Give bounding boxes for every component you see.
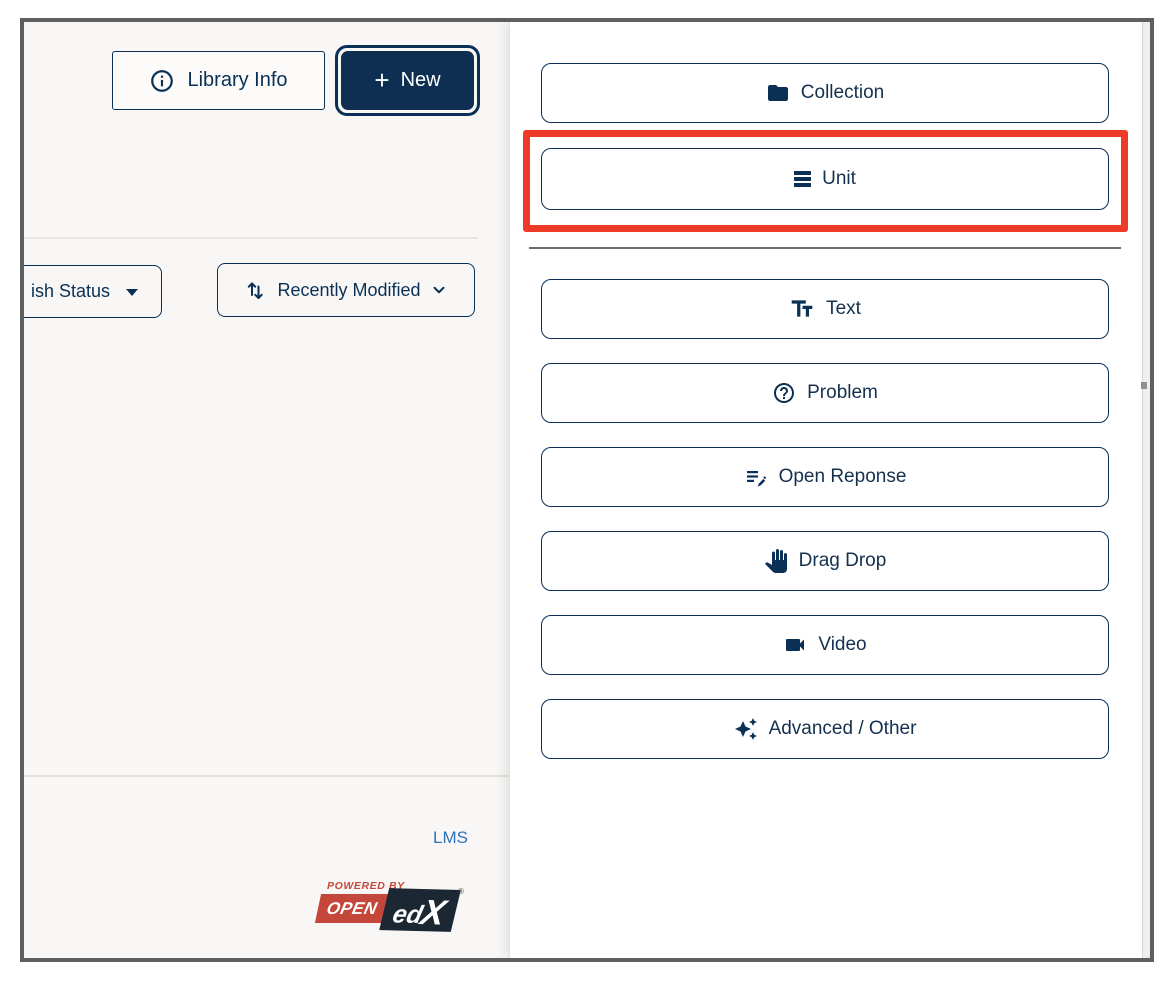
text-icon <box>789 296 815 322</box>
add-collection-label: Collection <box>801 82 884 104</box>
plus-icon: + <box>374 67 389 93</box>
scrollbar-thumb[interactable] <box>1141 382 1147 389</box>
footer-divider <box>24 775 509 777</box>
sort-label: Recently Modified <box>277 280 420 301</box>
unit-icon <box>794 171 811 187</box>
registered-mark: ® <box>458 887 464 896</box>
add-drag-drop-label: Drag Drop <box>799 550 887 572</box>
drag-drop-icon <box>764 549 788 573</box>
open-text: OPEN <box>325 899 379 919</box>
add-advanced-button[interactable]: Advanced / Other <box>541 699 1109 759</box>
add-problem-button[interactable]: Problem <box>541 363 1109 423</box>
problem-icon <box>772 381 796 405</box>
new-button[interactable]: + New <box>341 51 474 110</box>
add-video-label: Video <box>818 634 866 656</box>
content-type-divider <box>529 247 1121 249</box>
x-text: X <box>418 898 448 928</box>
app-window: Library Info + New ish Status Recently M… <box>20 18 1154 962</box>
scrollbar[interactable] <box>1142 22 1150 958</box>
add-open-response-button[interactable]: Open Reponse <box>541 447 1109 507</box>
add-text-label: Text <box>826 298 861 320</box>
add-unit-label: Unit <box>822 168 856 190</box>
powered-by-openedx-logo[interactable]: POWERED BY OPEN ed X ® <box>318 880 464 942</box>
new-button-label: New <box>401 69 441 92</box>
info-icon <box>149 68 175 94</box>
caret-down-icon <box>126 289 138 296</box>
open-response-icon <box>744 465 768 489</box>
open-logo-block: OPEN <box>315 894 389 923</box>
add-open-response-label: Open Reponse <box>779 466 907 488</box>
add-unit-button[interactable]: Unit <box>541 148 1109 210</box>
add-video-button[interactable]: Video <box>541 615 1109 675</box>
add-drag-drop-button[interactable]: Drag Drop <box>541 531 1109 591</box>
folder-icon <box>766 81 790 105</box>
chevron-down-icon <box>430 281 448 299</box>
library-info-label: Library Info <box>187 69 287 92</box>
sparkles-icon <box>734 717 758 741</box>
sort-arrows-icon <box>244 278 268 302</box>
add-problem-label: Problem <box>807 382 878 404</box>
add-collection-button[interactable]: Collection <box>541 63 1109 123</box>
sort-button[interactable]: Recently Modified <box>217 263 475 317</box>
publish-status-label: ish Status <box>31 281 110 302</box>
header-divider <box>24 237 478 239</box>
new-button-focus-ring: + New <box>335 45 480 116</box>
library-info-button[interactable]: Library Info <box>112 51 325 110</box>
edx-logo-block: ed X <box>379 888 461 932</box>
add-advanced-label: Advanced / Other <box>769 718 917 740</box>
publish-status-filter[interactable]: ish Status <box>20 265 162 318</box>
lms-link[interactable]: LMS <box>433 828 468 848</box>
video-icon <box>783 633 807 657</box>
library-content-panel: Library Info + New ish Status Recently M… <box>24 22 509 958</box>
add-text-button[interactable]: Text <box>541 279 1109 339</box>
add-content-sidebar: Collection Unit Text Problem Open Repons… <box>509 22 1150 958</box>
